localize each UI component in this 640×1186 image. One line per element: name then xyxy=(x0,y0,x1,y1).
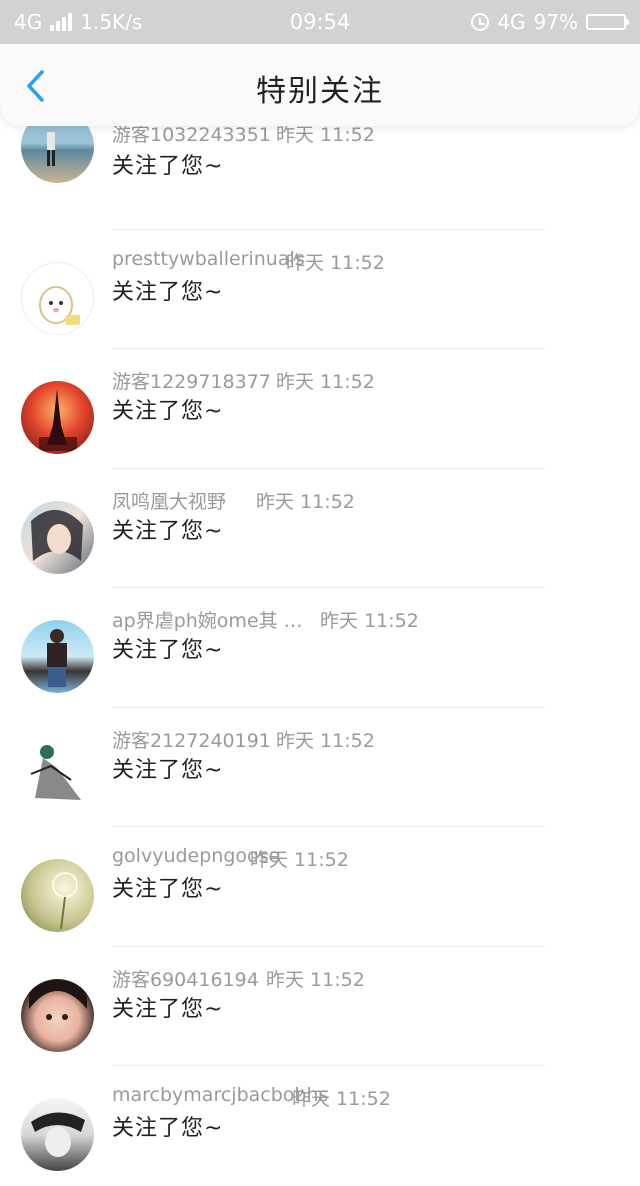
message: 关注了您~ xyxy=(112,399,224,424)
network-label-right: 4G xyxy=(497,10,526,34)
avatar[interactable] xyxy=(21,261,94,335)
message: 关注了您~ xyxy=(112,877,224,902)
timestamp: 昨天 11:52 xyxy=(276,371,375,393)
follow-list: 游客1032243351 昨天 11:52 关注了您~ presttywball… xyxy=(0,110,640,1186)
status-bar: 4G 1.5K/s 09:54 4G 97% xyxy=(0,0,640,44)
avatar[interactable] xyxy=(21,1098,94,1171)
timestamp: 昨天 11:52 xyxy=(292,1088,391,1110)
user-name[interactable]: 游客690416194 xyxy=(112,965,259,992)
battery-icon xyxy=(586,14,629,30)
network-label: 4G xyxy=(14,10,43,34)
list-item[interactable]: marcbymarcjbacbobhs 昨天 11:52 关注了您~ xyxy=(0,1066,640,1186)
list-item[interactable]: 游客690416194 昨天 11:52 关注了您~ xyxy=(0,947,640,1066)
avatar[interactable] xyxy=(21,978,94,1052)
status-right: 4G 97% xyxy=(471,10,629,34)
avatar[interactable] xyxy=(21,620,94,693)
avatar[interactable] xyxy=(21,381,94,454)
status-left: 4G 1.5K/s xyxy=(14,10,142,34)
nav-header: 特别关注 xyxy=(0,44,640,126)
page-title: 特别关注 xyxy=(256,74,384,109)
list-item[interactable]: 游客1032243351 昨天 11:52 关注了您~ xyxy=(0,110,640,230)
timestamp: 昨天 11:52 xyxy=(256,490,355,513)
list-item[interactable]: presttywballerinuals 昨天 11:52 关注了您~ xyxy=(0,230,640,349)
message: 关注了您~ xyxy=(112,638,224,663)
message: 关注了您~ xyxy=(112,279,224,305)
message: 关注了您~ xyxy=(112,1116,224,1141)
message: 关注了您~ xyxy=(112,996,224,1022)
timestamp: 昨天 11:52 xyxy=(266,968,365,991)
message: 关注了您~ xyxy=(112,757,224,783)
alarm-icon xyxy=(471,13,490,31)
timestamp: 昨天 11:52 xyxy=(320,610,419,632)
list-item[interactable]: ap界虐ph婉ome其 … 昨天 11:52 关注了您~ xyxy=(0,588,640,708)
signal-icon xyxy=(50,13,73,31)
user-name[interactable]: 游客1229718377 xyxy=(112,367,271,394)
list-item[interactable]: golvyudepngoose 昨天 11:52 关注了您~ xyxy=(0,827,640,947)
message: 关注了您~ xyxy=(112,154,224,179)
avatar[interactable] xyxy=(21,500,94,574)
timestamp: 昨天 11:52 xyxy=(250,849,349,871)
timestamp: 昨天 11:52 xyxy=(286,251,385,274)
list-item[interactable]: 游客2127240191 昨天 11:52 关注了您~ xyxy=(0,708,640,827)
battery-percent: 97% xyxy=(533,10,578,34)
timestamp: 昨天 11:52 xyxy=(276,729,375,752)
network-speed: 1.5K/s xyxy=(80,10,143,34)
user-name[interactable]: presttywballerinuals xyxy=(112,248,305,270)
user-name[interactable]: 凤鸣凰大视野 xyxy=(112,487,226,514)
user-name[interactable]: ap界虐ph婉ome其 … xyxy=(112,606,303,633)
list-item[interactable]: 游客1229718377 昨天 11:52 关注了您~ xyxy=(0,349,640,469)
user-name[interactable]: 游客2127240191 xyxy=(112,726,271,753)
avatar[interactable] xyxy=(21,859,94,932)
list-item[interactable]: 凤鸣凰大视野 昨天 11:52 关注了您~ xyxy=(0,469,640,588)
avatar[interactable] xyxy=(21,739,94,813)
message: 关注了您~ xyxy=(112,518,224,544)
